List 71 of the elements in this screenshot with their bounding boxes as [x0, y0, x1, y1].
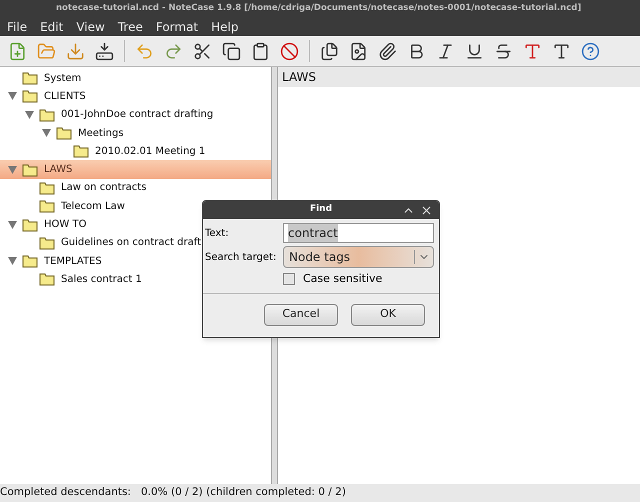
node-label: Meetings [78, 126, 124, 141]
node-label: System [44, 72, 82, 86]
menu-item[interactable]: View [76, 18, 105, 36]
attachment-icon[interactable] [378, 42, 397, 60]
field-value: contract [288, 224, 338, 242]
tree-row[interactable]: Meetings [0, 124, 271, 142]
folder-icon [22, 89, 38, 104]
tree-row[interactable]: Sales contract 1 [0, 270, 271, 289]
expander-icon[interactable] [8, 257, 16, 266]
tree-row[interactable]: Law on contracts [0, 178, 271, 198]
tree-row[interactable]: Telecom Law [0, 197, 271, 216]
tree-row[interactable]: 2010.02.01 Meeting 1 [0, 142, 271, 160]
folder-icon [39, 272, 55, 286]
checkbox-label: Case sensitive [303, 271, 382, 287]
node-label: LAWS [44, 163, 72, 178]
tree-row[interactable]: LAWS [0, 160, 271, 179]
field-label: Search target: [205, 250, 278, 264]
folder-icon [22, 162, 38, 177]
node-label: Telecom Law [61, 200, 125, 214]
editor-title: LAWS [278, 67, 640, 87]
close-icon[interactable] [420, 204, 433, 216]
menu-item[interactable]: Help [211, 18, 238, 36]
text-field[interactable]: contract [283, 223, 434, 243]
node-label: Law on contracts [61, 181, 146, 196]
text-color-icon[interactable] [523, 42, 542, 60]
search-target-dropdown[interactable]: Node tags [283, 246, 434, 268]
folder-icon [22, 218, 38, 232]
image-file-icon[interactable] [349, 42, 368, 60]
tree-row[interactable]: CLIENTS [0, 87, 271, 106]
redo-icon[interactable] [164, 42, 183, 60]
status-text: Completed descendants: 0.0% (0 / 2) (children completed: 0 / 2) [0, 485, 346, 500]
menu-item[interactable]: Edit [40, 18, 64, 36]
menu-item[interactable]: Tree [118, 18, 143, 36]
folder-icon [22, 71, 38, 86]
copy-icon[interactable] [222, 42, 241, 60]
window-title: notecase-tutorial.ncd - NoteCase 1.9.8 [/home/cdriga/Documents/notecase/notes-0001/notecase-tutorial.ncd] [56, 2, 582, 15]
menu-item[interactable]: Format [156, 18, 198, 36]
strikethrough-icon[interactable] [494, 42, 513, 60]
folder-icon [39, 108, 55, 122]
field-label: Text: [205, 226, 230, 240]
tree-row[interactable]: System [0, 69, 271, 88]
folder-icon [56, 126, 72, 140]
expander-icon[interactable] [8, 166, 16, 174]
dialog-button[interactable]: OK [351, 304, 425, 326]
node-label: HOW TO [44, 218, 86, 232]
case-sensitive-checkbox[interactable] [283, 273, 295, 286]
expander-icon[interactable] [8, 92, 16, 100]
paste-icon[interactable] [251, 42, 270, 60]
menu-item[interactable]: File [7, 18, 28, 36]
node-label: Sales contract 1 [61, 272, 142, 287]
folder-icon [39, 199, 55, 214]
download-icon[interactable] [66, 42, 85, 60]
node-label: 001-JohnDoe contract drafting [61, 108, 214, 122]
dialog-button[interactable]: Cancel [264, 304, 338, 326]
node-label: TEMPLATES [44, 254, 102, 269]
expander-icon[interactable] [24, 110, 34, 119]
dialog-title: Find [310, 203, 332, 216]
help-icon[interactable] [581, 42, 600, 60]
expander-icon[interactable] [8, 220, 16, 229]
new-file-icon[interactable] [8, 42, 27, 60]
documents-icon[interactable] [320, 42, 339, 60]
node-label: 2010.02.01 Meeting 1 [95, 144, 206, 159]
folder-icon [22, 254, 38, 268]
underline-icon[interactable] [465, 42, 484, 60]
folder-icon [39, 236, 55, 250]
expander-icon[interactable] [42, 129, 50, 138]
cut-icon[interactable] [193, 42, 212, 60]
node-label: CLIENTS [44, 90, 86, 104]
delete-icon[interactable] [280, 42, 299, 60]
node-label: Guidelines on contract draft [61, 236, 201, 250]
tree-row[interactable]: 001-JohnDoe contract drafting [0, 106, 271, 124]
